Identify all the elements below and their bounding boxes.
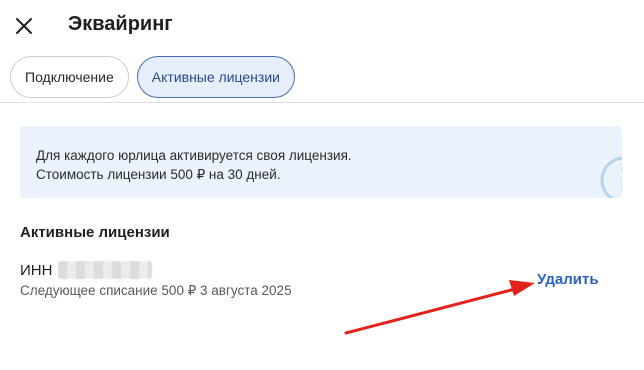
section-title: Активные лицензии xyxy=(20,224,170,241)
close-button[interactable] xyxy=(10,12,38,40)
info-line-1: Для каждого юрлица активируется своя лиц… xyxy=(36,148,352,163)
annotation-arrow-head xyxy=(509,280,535,296)
next-charge-text: Следующее списание 500 ₽ 3 августа 2025 xyxy=(20,283,292,298)
page-title: Эквайринг xyxy=(68,13,173,35)
divider xyxy=(0,102,644,103)
inn-label: ИНН xyxy=(20,261,53,279)
close-icon xyxy=(16,18,32,34)
info-line-2: Стоимость лицензии 500 ₽ на 30 дней. xyxy=(36,167,281,182)
delete-license-button[interactable]: Удалить xyxy=(537,271,599,288)
license-inn-row: ИНН xyxy=(20,261,153,279)
tab-connection[interactable]: Подключение xyxy=(10,56,129,98)
info-banner: Для каждого юрлица активируется своя лиц… xyxy=(20,126,622,198)
info-icon xyxy=(600,156,622,198)
info-text: Для каждого юрлица активируется своя лиц… xyxy=(36,146,352,184)
inn-value-redacted xyxy=(58,261,153,279)
header: Эквайринг xyxy=(0,0,644,52)
tab-active-licenses[interactable]: Активные лицензии xyxy=(136,56,295,98)
tab-bar: Подключение Активные лицензии xyxy=(10,56,295,98)
